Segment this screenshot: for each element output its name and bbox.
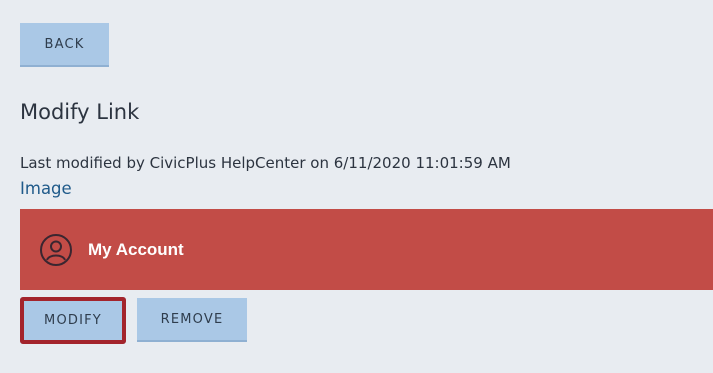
image-link[interactable]: Image	[20, 179, 72, 198]
remove-button[interactable]: REMOVE	[137, 298, 247, 342]
back-button[interactable]: BACK	[20, 23, 109, 67]
modify-link-page: BACK Modify Link Last modified by CivicP…	[0, 0, 713, 373]
last-modified-text: Last modified by CivicPlus HelpCenter on…	[20, 154, 511, 172]
user-circle-icon	[39, 233, 73, 267]
page-title: Modify Link	[20, 100, 140, 124]
link-preview-banner: My Account	[20, 209, 713, 290]
link-preview-label: My Account	[88, 239, 184, 259]
modify-button[interactable]: MODIFY	[20, 297, 126, 344]
